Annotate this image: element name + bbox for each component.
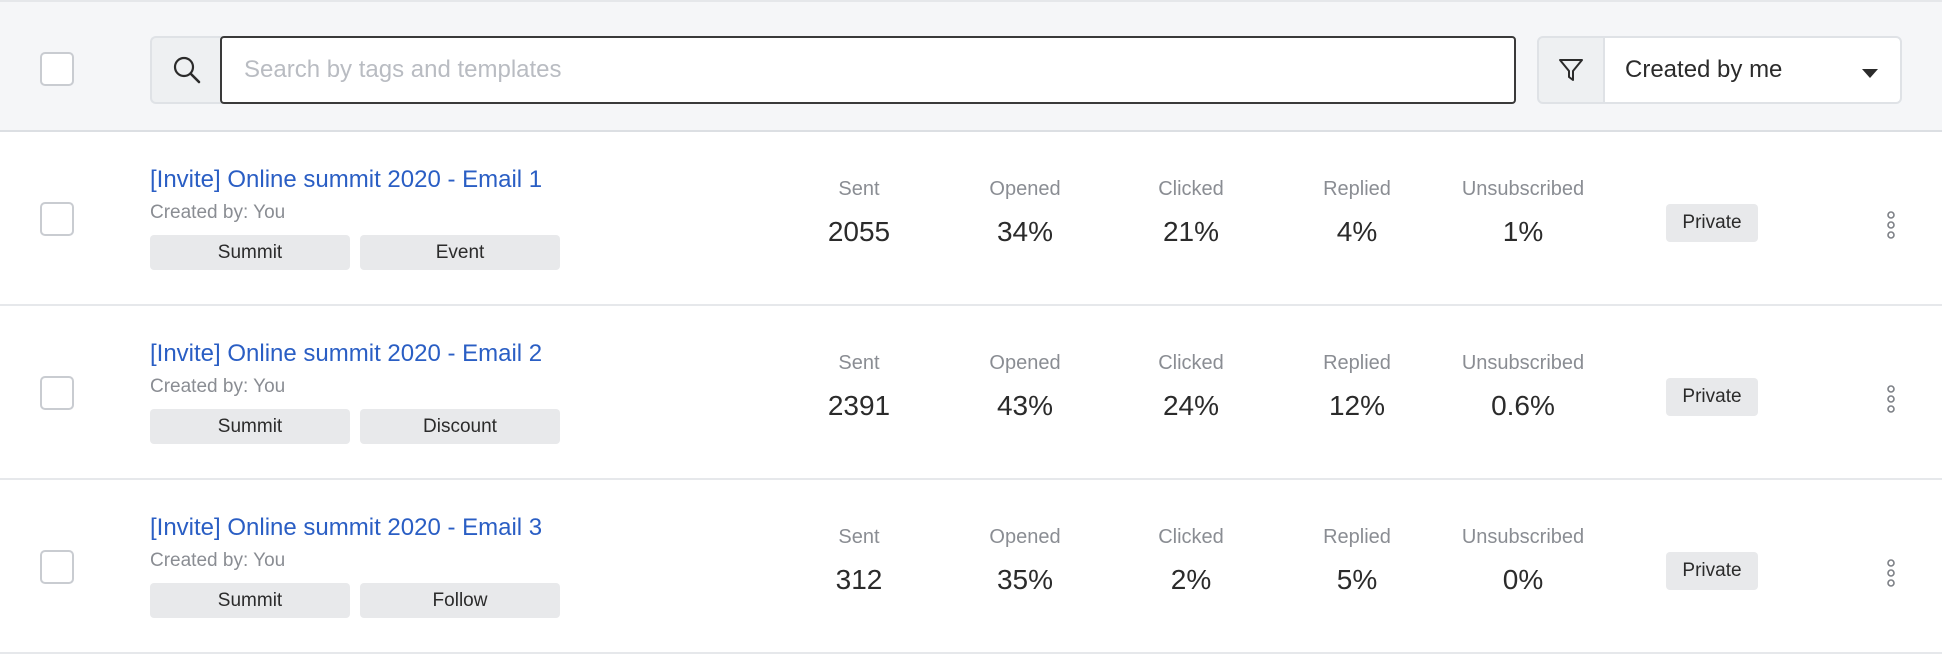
stat-label: Unsubscribed bbox=[1461, 178, 1585, 200]
created-by-dropdown[interactable]: Created by me bbox=[1603, 36, 1902, 104]
visibility-badge: Private bbox=[1666, 378, 1758, 416]
tag-chip[interactable]: Event bbox=[360, 235, 560, 270]
search-icon bbox=[173, 56, 201, 84]
filter-icon bbox=[1559, 59, 1583, 81]
template-row[interactable]: [Invite] Online summit 2020 - Email 2 Cre… bbox=[0, 306, 1942, 480]
search-input[interactable] bbox=[220, 36, 1516, 104]
row-checkbox[interactable] bbox=[40, 202, 74, 236]
tag-chip[interactable]: Summit bbox=[150, 409, 350, 444]
more-options-button[interactable] bbox=[1877, 208, 1905, 242]
created-by-text: Created by: You bbox=[150, 202, 286, 223]
template-title-link[interactable]: [Invite] Online summit 2020 - Email 1 bbox=[150, 166, 542, 194]
toolbar: Created by me bbox=[0, 0, 1942, 132]
dropdown-value: Created by me bbox=[1625, 56, 1783, 83]
visibility-badge: Private bbox=[1666, 204, 1758, 242]
stat-value: 1% bbox=[1502, 216, 1544, 247]
template-title-link[interactable]: [Invite] Online summit 2020 - Email 2 bbox=[150, 340, 542, 368]
stat-value: 0.6% bbox=[1491, 390, 1555, 421]
search-button[interactable] bbox=[150, 36, 222, 104]
created-by-text: Created by: You bbox=[150, 550, 286, 571]
more-options-button[interactable] bbox=[1877, 382, 1905, 416]
tag-chip[interactable]: Summit bbox=[150, 583, 350, 618]
more-vertical-icon bbox=[1887, 559, 1895, 587]
created-by-text: Created by: You bbox=[150, 376, 286, 397]
template-row[interactable]: [Invite] Online summit 2020 - Email 1 Cre… bbox=[0, 132, 1942, 306]
more-options-button[interactable] bbox=[1877, 556, 1905, 590]
tag-chip[interactable]: Summit bbox=[150, 235, 350, 270]
row-checkbox[interactable] bbox=[40, 376, 74, 410]
more-vertical-icon bbox=[1887, 385, 1895, 413]
filter-button[interactable] bbox=[1537, 36, 1605, 104]
row-checkbox[interactable] bbox=[40, 550, 74, 584]
stat-label: Unsubscribed bbox=[1461, 526, 1585, 548]
visibility-badge: Private bbox=[1666, 552, 1758, 590]
more-vertical-icon bbox=[1887, 211, 1895, 239]
select-all-checkbox[interactable] bbox=[40, 52, 74, 86]
caret-down-icon bbox=[1862, 69, 1878, 78]
tag-chip[interactable]: Follow bbox=[360, 583, 560, 618]
template-title-link[interactable]: [Invite] Online summit 2020 - Email 3 bbox=[150, 514, 542, 542]
template-row[interactable]: [Invite] Online summit 2020 - Email 3 Cre… bbox=[0, 480, 1942, 654]
stat-label: Unsubscribed bbox=[1461, 352, 1585, 374]
tag-chip[interactable]: Discount bbox=[360, 409, 560, 444]
stat-value: 0% bbox=[1502, 564, 1544, 595]
